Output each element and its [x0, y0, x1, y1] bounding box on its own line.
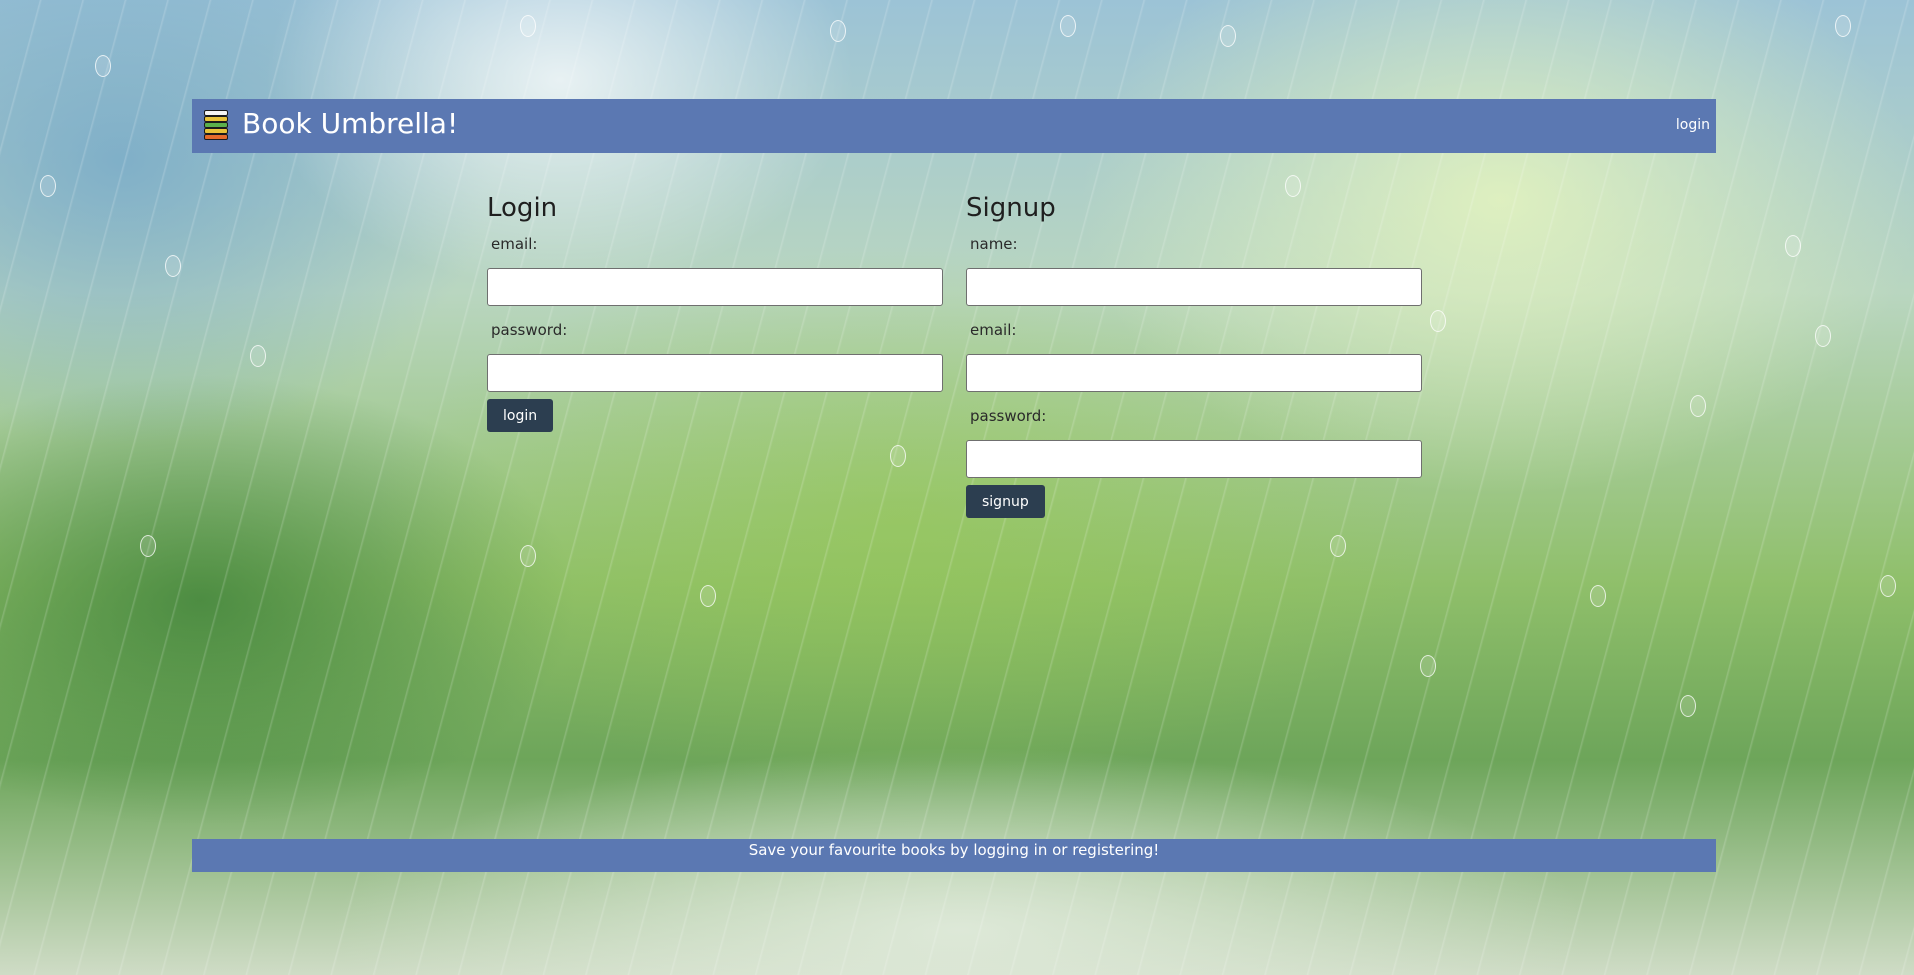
raindrop	[1880, 575, 1896, 597]
raindrop	[1220, 25, 1236, 47]
footer-bar: Save your favourite books by logging in …	[192, 839, 1716, 872]
raindrop	[1060, 15, 1076, 37]
raindrop	[165, 255, 181, 277]
signup-form: Signup name: email: password: signup	[966, 190, 1422, 518]
raindrop	[1785, 235, 1801, 257]
raindrop	[1815, 325, 1831, 347]
signup-name-input[interactable]	[966, 268, 1422, 306]
login-email-input[interactable]	[487, 268, 943, 306]
raindrop	[140, 535, 156, 557]
raindrop	[520, 545, 536, 567]
raindrop	[95, 55, 111, 77]
login-password-label: password:	[491, 321, 568, 339]
signup-name-label: name:	[970, 235, 1018, 253]
raindrop	[700, 585, 716, 607]
raindrop	[1420, 655, 1436, 677]
login-email-label: email:	[491, 235, 538, 253]
nav-login-link[interactable]: login	[1676, 116, 1710, 134]
footer-message: Save your favourite books by logging in …	[748, 841, 1160, 859]
top-navbar: Book Umbrella! login	[192, 99, 1716, 153]
raindrop	[1835, 15, 1851, 37]
raindrop	[1590, 585, 1606, 607]
login-password-input[interactable]	[487, 354, 943, 392]
login-form: Login email: password: login	[487, 190, 943, 432]
login-submit-button[interactable]: login	[487, 399, 554, 432]
raindrop	[890, 445, 906, 467]
raindrop	[250, 345, 266, 367]
raindrop	[1330, 535, 1346, 557]
raindrop	[830, 20, 846, 42]
raindrop	[520, 15, 536, 37]
signup-email-label: email:	[970, 321, 1017, 339]
raindrop	[1680, 695, 1696, 717]
login-heading: Login	[487, 193, 558, 223]
signup-submit-button[interactable]: signup	[966, 485, 1045, 518]
signup-password-input[interactable]	[966, 440, 1422, 478]
signup-heading: Signup	[966, 193, 1056, 223]
signup-email-input[interactable]	[966, 354, 1422, 392]
books-stack-icon	[202, 110, 230, 140]
raindrop	[1690, 395, 1706, 417]
site-title: Book Umbrella!	[242, 107, 459, 140]
raindrop	[1430, 310, 1446, 332]
raindrop	[40, 175, 56, 197]
signup-password-label: password:	[970, 407, 1047, 425]
